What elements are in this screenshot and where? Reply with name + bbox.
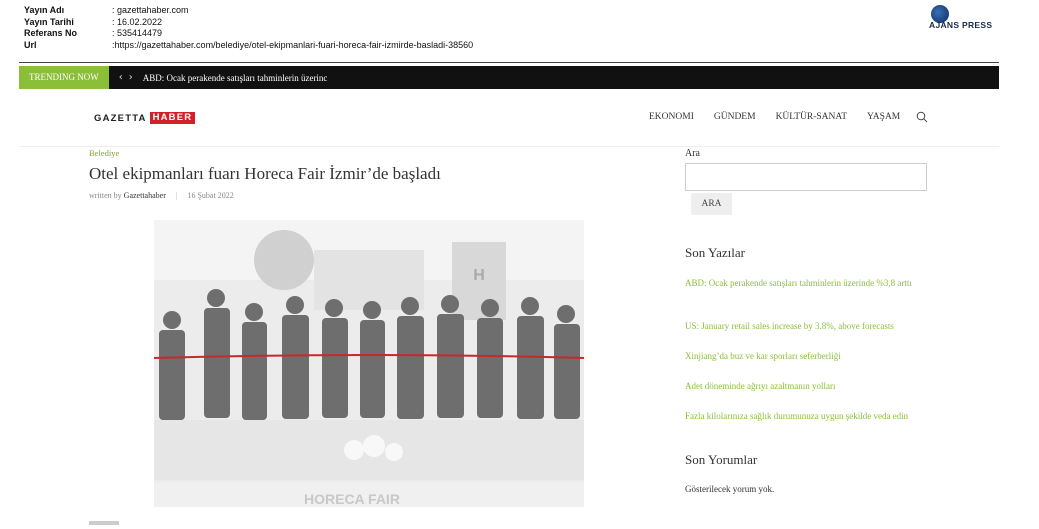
ajans-press-text: AJANS PRESS xyxy=(929,20,993,30)
author-link[interactable]: Gazettahaber xyxy=(124,191,166,200)
svg-text:H: H xyxy=(473,267,485,284)
recent-posts-title: Son Yazılar xyxy=(685,245,745,260)
no-comments-text: Gösterilecek yorum yok. xyxy=(685,484,775,494)
search-label: Ara xyxy=(685,148,700,159)
article-byline: written by Gazettahaber | 16 Şubat 2022 xyxy=(89,191,234,200)
article-category[interactable]: Belediye xyxy=(89,148,119,158)
document-meta: Yayın Adı : gazettahaber.com Yayın Tarihi… xyxy=(24,5,473,51)
trending-label: TRENDING NOW xyxy=(19,66,109,89)
meta-label: Yayın Adı xyxy=(24,5,65,15)
meta-row: Yayın Tarihi : 16.02.2022 xyxy=(24,17,473,29)
trending-headline[interactable]: ABD: Ocak perakende satışları tahminleri… xyxy=(143,73,328,83)
meta-label: Referans No xyxy=(24,28,78,38)
nav-item-kultur-sanat[interactable]: KÜLTÜR-SANAT xyxy=(776,112,847,122)
recent-post-link[interactable]: Fazla kilolarınıza sağlık durumunuza uyg… xyxy=(685,410,930,423)
meta-row: Referans No : 535414479 xyxy=(24,28,473,40)
chevron-right-icon[interactable]: › xyxy=(129,72,139,83)
article-title: Otel ekipmanları fuarı Horeca Fair İzmir… xyxy=(89,164,441,183)
ribbon-cutting-image: H HORECA FAIR xyxy=(154,220,584,507)
content-fragment xyxy=(89,521,119,525)
logo-text-gazetta: GAZETTA xyxy=(94,112,147,124)
recent-post-link[interactable]: ABD: Ocak perakende satışları tahminleri… xyxy=(685,277,930,290)
chevron-left-icon[interactable]: ‹ xyxy=(119,72,129,83)
nav-divider xyxy=(19,146,999,147)
nav-item-ekonomi[interactable]: EKONOMI xyxy=(649,112,694,122)
recent-post-link[interactable]: Adet döneminde ağrıyı azaltmanın yolları xyxy=(685,380,930,393)
meta-value: : 16.02.2022 xyxy=(112,16,163,27)
written-by-label: written by xyxy=(89,191,122,200)
nav-item-yasam[interactable]: YAŞAM xyxy=(867,112,900,122)
trending-bar: TRENDING NOW ‹› ABD: Ocak perakende satı… xyxy=(19,66,999,89)
article-photo: H HORECA FAIR xyxy=(154,220,584,507)
meta-value: :https://gazettahaber.com/belediye/otel-… xyxy=(112,39,474,50)
meta-row: Yayın Adı : gazettahaber.com xyxy=(24,5,473,17)
article-date: 16 Şubat 2022 xyxy=(187,191,234,200)
recent-post-link[interactable]: Xinjiang’da buz ve kar sporları seferber… xyxy=(685,350,930,363)
meta-value: : gazettahaber.com xyxy=(112,5,189,15)
meta-label: Yayın Tarihi xyxy=(24,16,74,27)
site-logo[interactable]: GAZETTA HABER xyxy=(94,112,196,124)
logo-text-haber: HABER xyxy=(149,112,196,124)
recent-comments-title: Son Yorumlar xyxy=(685,452,758,467)
byline-separator: | xyxy=(175,191,178,200)
meta-label: Url xyxy=(24,39,37,50)
recent-post-link[interactable]: US: January retail sales increase by 3.8… xyxy=(685,320,930,333)
trending-arrows: ‹› xyxy=(119,72,139,83)
search-button[interactable]: ARA xyxy=(691,193,732,215)
search-icon[interactable] xyxy=(916,111,928,123)
main-nav: EKONOMI GÜNDEM KÜLTÜR-SANAT YAŞAM xyxy=(649,112,920,122)
header-divider xyxy=(19,62,999,63)
ajans-press-logo: AJANS PRESS xyxy=(929,5,992,30)
nav-item-gundem[interactable]: GÜNDEM xyxy=(714,112,756,122)
search-input[interactable] xyxy=(685,163,927,191)
photo-sign-text: HORECA FAIR xyxy=(304,491,400,507)
meta-value: : 535414479 xyxy=(112,28,163,38)
meta-row: Url :https://gazettahaber.com/belediye/ot… xyxy=(24,40,473,52)
